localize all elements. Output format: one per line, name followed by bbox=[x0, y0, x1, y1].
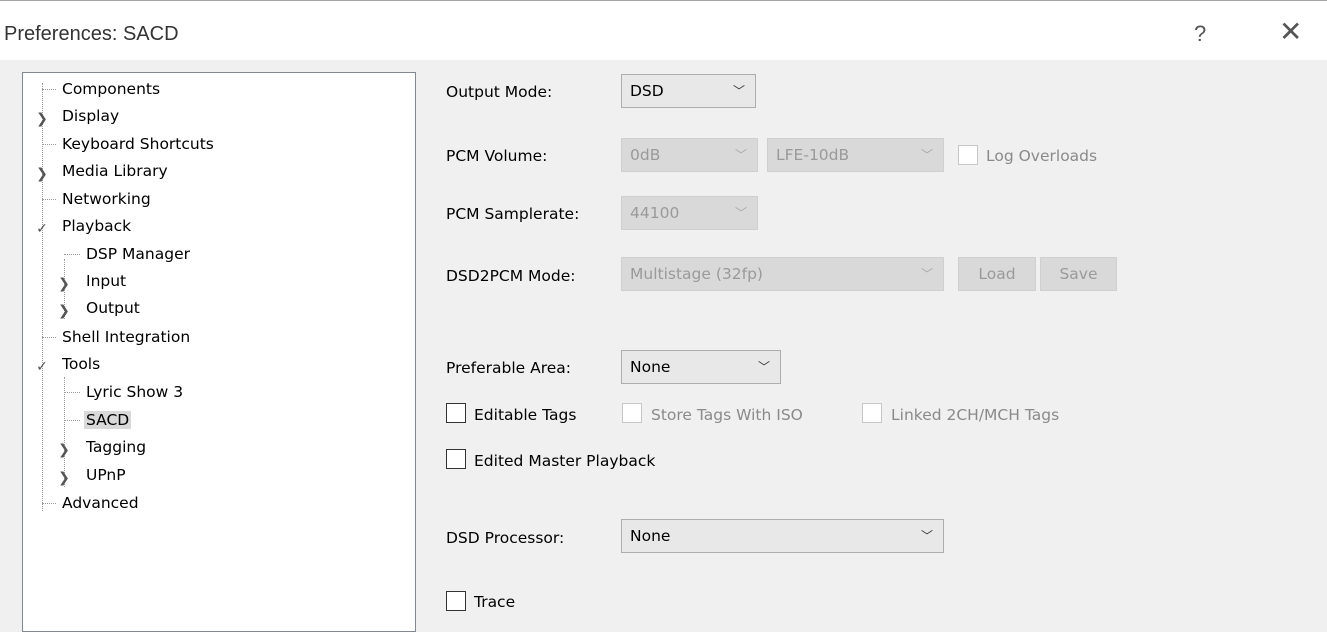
collapse-tools-icon[interactable]: ✓ bbox=[35, 360, 49, 374]
tree-item-input[interactable]: Input bbox=[84, 270, 128, 294]
title-bar: Preferences: SACD ? ✕ bbox=[0, 0, 1327, 60]
pcm-volume-dropdown[interactable]: 0dB ﹀ bbox=[621, 138, 758, 172]
dsd2pcm-mode-label: DSD2PCM Mode: bbox=[446, 267, 576, 285]
dsd2pcm-mode-dropdown[interactable]: Multistage (32fp) ﹀ bbox=[621, 257, 944, 291]
chevron-down-icon: ﹀ bbox=[757, 360, 770, 374]
output-mode-dropdown[interactable]: DSD ﹀ bbox=[621, 74, 756, 108]
pcm-samplerate-label: PCM Samplerate: bbox=[446, 205, 580, 223]
tree-item-shell-integration[interactable]: Shell Integration bbox=[60, 326, 192, 350]
output-mode-label: Output Mode: bbox=[446, 83, 553, 101]
trace-label: Trace bbox=[474, 593, 516, 611]
trace-checkbox[interactable] bbox=[446, 591, 466, 611]
log-overloads-label: Log Overloads bbox=[986, 147, 1098, 165]
log-overloads-checkbox[interactable] bbox=[958, 145, 978, 165]
expand-upnp-icon[interactable]: ❯ bbox=[57, 471, 71, 485]
tree-item-upnp[interactable]: UPnP bbox=[84, 464, 128, 488]
preferable-area-label: Preferable Area: bbox=[446, 359, 572, 377]
tree-item-components[interactable]: Components bbox=[60, 78, 162, 102]
tree-item-networking[interactable]: Networking bbox=[60, 188, 153, 212]
expand-tagging-icon[interactable]: ❯ bbox=[57, 443, 71, 457]
tree-item-media-library[interactable]: Media Library bbox=[60, 160, 170, 184]
help-button[interactable]: ? bbox=[1194, 21, 1206, 47]
close-button[interactable]: ✕ bbox=[1279, 15, 1302, 48]
expand-output-icon[interactable]: ❯ bbox=[57, 304, 71, 318]
linked-2ch-mch-tags-label: Linked 2CH/MCH Tags bbox=[891, 406, 1060, 424]
edited-master-playback-label: Edited Master Playback bbox=[474, 452, 656, 470]
window-title: Preferences: SACD bbox=[4, 23, 179, 45]
preferences-tree[interactable]: ❯ ❯ ✓ ❯ ❯ ✓ ❯ ❯ Components Display Keybo… bbox=[22, 72, 416, 632]
chevron-down-icon: ﹀ bbox=[732, 84, 745, 98]
tree-item-dsp-manager[interactable]: DSP Manager bbox=[84, 243, 192, 267]
chevron-down-icon: ﹀ bbox=[734, 148, 747, 162]
chevron-down-icon: ﹀ bbox=[734, 206, 747, 220]
tree-item-lyric-show-3[interactable]: Lyric Show 3 bbox=[84, 381, 185, 405]
editable-tags-label: Editable Tags bbox=[474, 406, 577, 424]
tree-item-advanced[interactable]: Advanced bbox=[60, 492, 141, 516]
expand-media-library-icon[interactable]: ❯ bbox=[35, 167, 49, 181]
chevron-down-icon: ﹀ bbox=[920, 148, 933, 162]
expand-input-icon[interactable]: ❯ bbox=[57, 277, 71, 291]
collapse-playback-icon[interactable]: ✓ bbox=[35, 222, 49, 236]
chevron-down-icon: ﹀ bbox=[920, 529, 933, 543]
store-tags-with-iso-label: Store Tags With ISO bbox=[651, 406, 803, 424]
save-button[interactable]: Save bbox=[1040, 257, 1117, 291]
tree-item-tools[interactable]: Tools bbox=[60, 353, 102, 377]
load-button[interactable]: Load bbox=[958, 257, 1036, 291]
edited-master-playback-checkbox[interactable] bbox=[446, 449, 466, 469]
store-tags-with-iso-checkbox[interactable] bbox=[622, 403, 642, 423]
editable-tags-checkbox[interactable] bbox=[446, 403, 466, 423]
tree-item-tagging[interactable]: Tagging bbox=[84, 436, 148, 460]
tree-item-playback[interactable]: Playback bbox=[60, 215, 133, 239]
dsd-processor-dropdown[interactable]: None ﹀ bbox=[621, 519, 944, 553]
chevron-down-icon: ﹀ bbox=[920, 267, 933, 281]
preferable-area-dropdown[interactable]: None ﹀ bbox=[621, 350, 781, 384]
pcm-samplerate-dropdown[interactable]: 44100 ﹀ bbox=[621, 196, 758, 230]
dsd-processor-label: DSD Processor: bbox=[446, 529, 565, 547]
linked-2ch-mch-tags-checkbox[interactable] bbox=[862, 403, 882, 423]
tree-item-output[interactable]: Output bbox=[84, 297, 142, 321]
lfe-volume-dropdown[interactable]: LFE-10dB ﹀ bbox=[767, 138, 944, 172]
tree-item-sacd[interactable]: SACD bbox=[84, 409, 132, 433]
tree-item-keyboard-shortcuts[interactable]: Keyboard Shortcuts bbox=[60, 133, 216, 157]
expand-display-icon[interactable]: ❯ bbox=[35, 112, 49, 126]
tree-item-display[interactable]: Display bbox=[60, 105, 121, 129]
pcm-volume-label: PCM Volume: bbox=[446, 147, 548, 165]
